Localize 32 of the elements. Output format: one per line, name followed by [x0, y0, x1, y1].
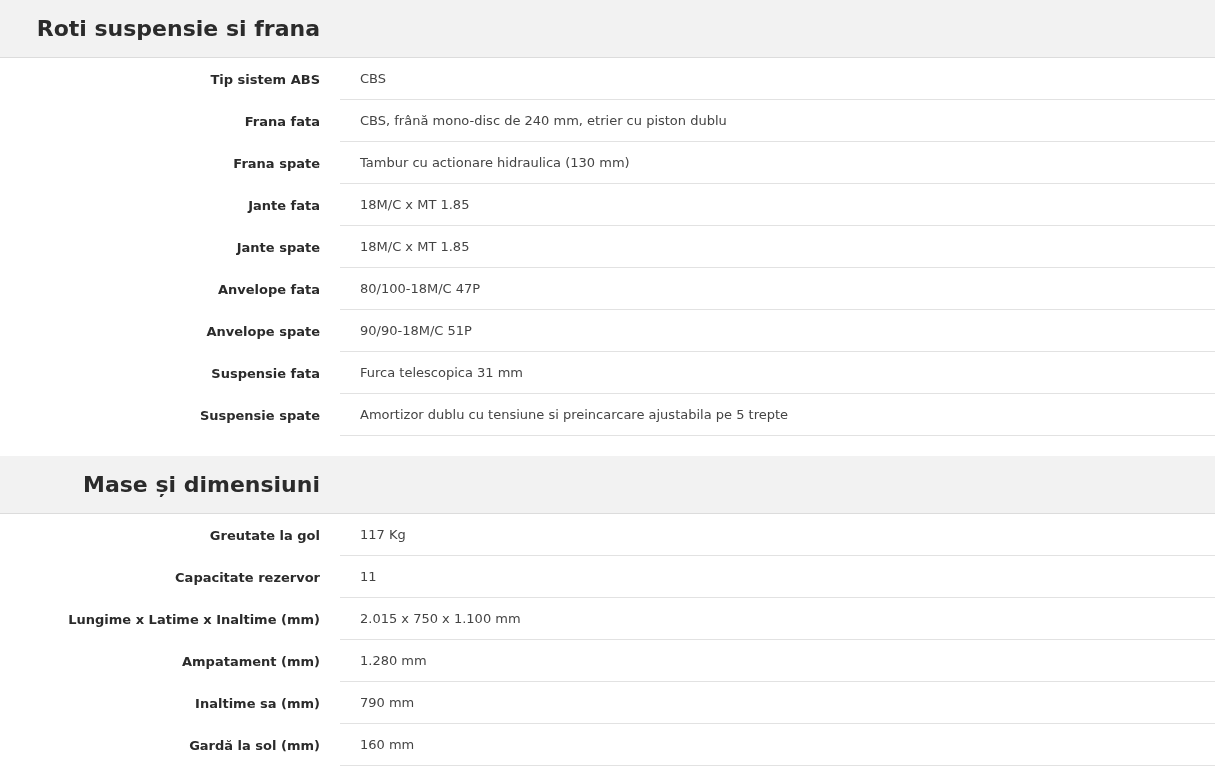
spec-label: Anvelope spate	[205, 323, 320, 339]
spec-label: Gardă la sol (mm)	[188, 737, 320, 753]
spec-value: 160 mm	[340, 724, 1215, 766]
spec-label: Lungime x Latime x Inaltime (mm)	[67, 611, 320, 627]
spec-value: 11	[340, 556, 1215, 598]
spec-label: Inaltime sa (mm)	[194, 695, 320, 711]
spec-value: 80/100-18M/C 47P	[340, 268, 1215, 310]
spec-value: CBS, frână mono-disc de 240 mm, etrier cu piston dublu	[340, 100, 1215, 142]
spec-label: Ampatament (mm)	[181, 653, 320, 669]
spec-label: Jante fata	[246, 197, 320, 213]
spec-value: 18M/C x MT 1.85	[340, 184, 1215, 226]
spec-label: Greutate la gol	[208, 527, 320, 543]
section-title: Roti suspensie si frana	[35, 16, 320, 41]
spec-value: 1.280 mm	[340, 640, 1215, 682]
spec-value: Tambur cu actionare hidraulica (130 mm)	[340, 142, 1215, 184]
spec-value: 18M/C x MT 1.85	[340, 226, 1215, 268]
spec-label: Suspensie fata	[210, 365, 320, 381]
spec-value: CBS	[340, 58, 1215, 100]
spec-label: Frana fata	[243, 113, 320, 129]
spec-value: 790 mm	[340, 682, 1215, 724]
spec-label: Jante spate	[235, 239, 320, 255]
spec-value: Amortizor dublu cu tensiune si preincarcare ajustabila pe 5 trepte	[340, 394, 1215, 436]
spec-label: Frana spate	[232, 155, 320, 171]
section-title: Mase și dimensiuni	[82, 472, 320, 497]
spec-value: Furca telescopica 31 mm	[340, 352, 1215, 394]
spec-value: 90/90-18M/C 51P	[340, 310, 1215, 352]
spec-value: 2.015 x 750 x 1.100 mm	[340, 598, 1215, 640]
spec-label: Capacitate rezervor	[174, 569, 320, 585]
spec-label: Anvelope fata	[216, 281, 320, 297]
spec-label: Tip sistem ABS	[209, 71, 320, 87]
spec-value: 117 Kg	[340, 514, 1215, 556]
spec-label: Suspensie spate	[198, 407, 320, 423]
